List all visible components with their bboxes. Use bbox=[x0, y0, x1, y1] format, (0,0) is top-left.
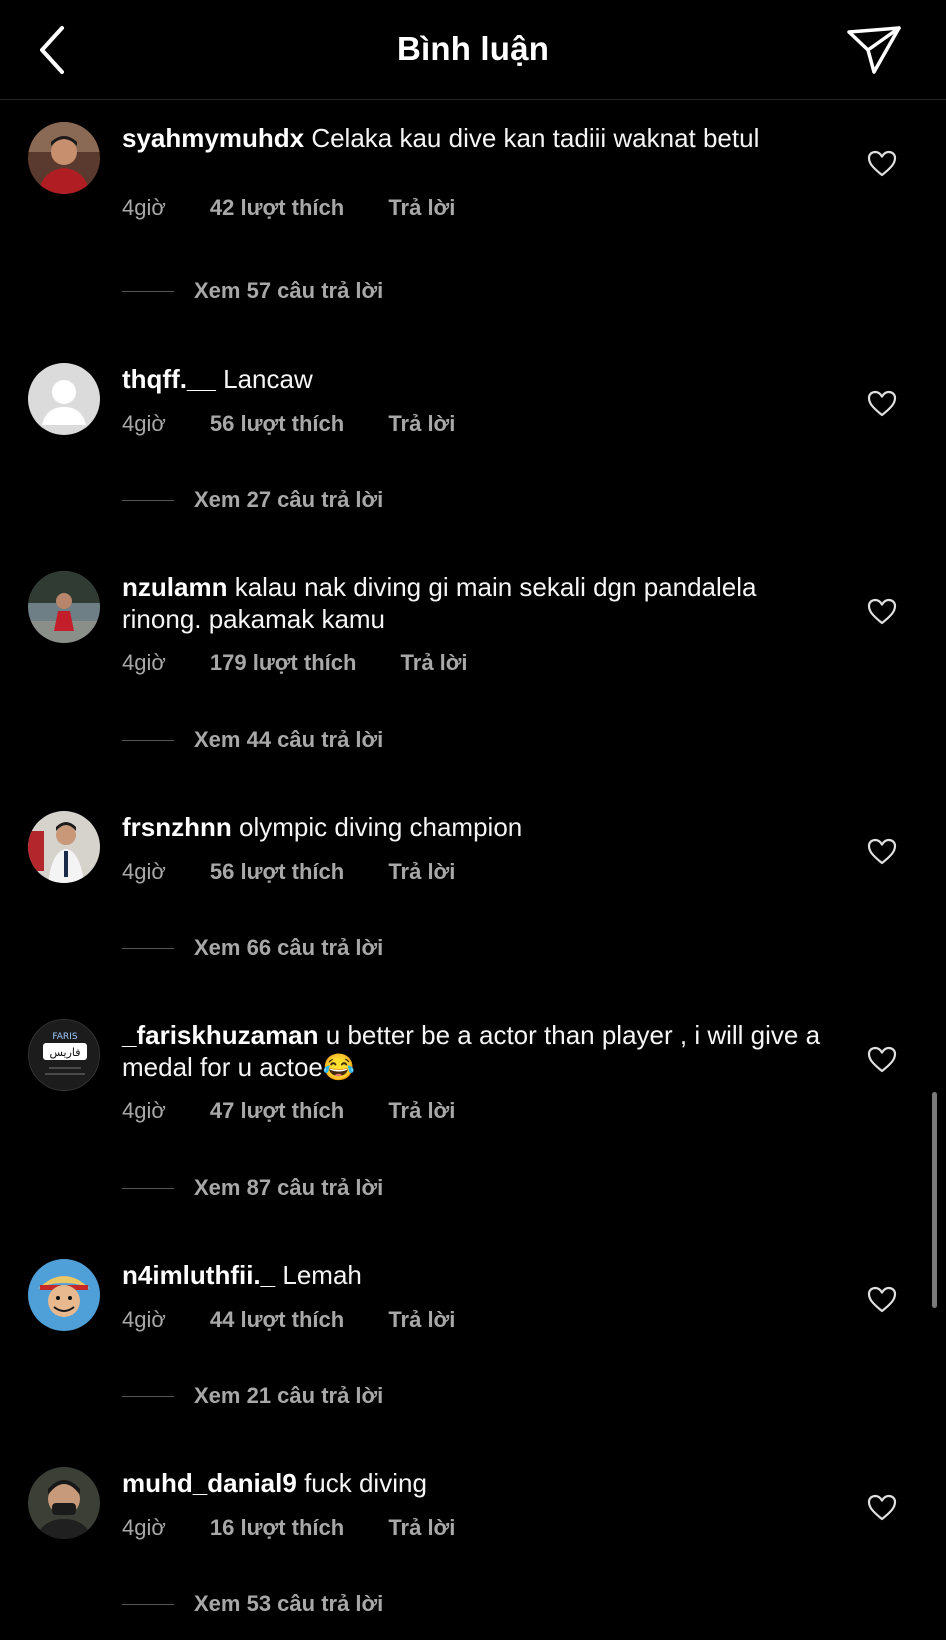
comment-time: 4giờ bbox=[122, 411, 166, 436]
comment-time: 4giờ bbox=[122, 1098, 166, 1123]
comment-time: 4giờ bbox=[122, 1515, 166, 1540]
paper-plane-icon bbox=[847, 26, 901, 74]
divider-line bbox=[122, 739, 174, 741]
comment-username[interactable]: nzulamn bbox=[122, 572, 227, 602]
view-replies-label: Xem 57 câu trả lời bbox=[194, 278, 384, 303]
comment-time: 4giờ bbox=[122, 859, 166, 884]
comment-username[interactable]: n4imluthfii._ bbox=[122, 1260, 275, 1290]
heart-outline-icon[interactable] bbox=[866, 388, 898, 420]
reply-button[interactable]: Trả lời bbox=[401, 650, 468, 676]
view-replies-button[interactable]: Xem 27 câu trả lời bbox=[122, 487, 383, 517]
divider-line bbox=[122, 1603, 174, 1605]
comment-username[interactable]: frsnzhnn bbox=[122, 812, 232, 842]
heart-outline-icon[interactable] bbox=[866, 1492, 898, 1524]
reply-button[interactable]: Trả lời bbox=[388, 411, 455, 437]
comment-meta: 4giờ 56 lượt thích Trả lời bbox=[122, 859, 455, 885]
divider-line bbox=[122, 947, 174, 949]
view-replies-label: Xem 21 câu trả lời bbox=[194, 1383, 384, 1408]
comment-text: nzulamn kalau nak diving gi main sekali … bbox=[122, 571, 822, 635]
view-replies-label: Xem 44 câu trả lời bbox=[194, 727, 384, 752]
comment-meta: 4giờ 16 lượt thích Trả lời bbox=[122, 1515, 455, 1541]
divider-line bbox=[122, 290, 174, 292]
comment-likes[interactable]: 47 lượt thích bbox=[210, 1098, 344, 1124]
reply-button[interactable]: Trả lời bbox=[388, 1098, 455, 1124]
heart-outline-icon[interactable] bbox=[866, 1284, 898, 1316]
divider-line bbox=[122, 1187, 174, 1189]
header-bar: Bình luận bbox=[0, 0, 946, 100]
comment-meta: 4giờ 47 lượt thích Trả lời bbox=[122, 1098, 455, 1124]
comment-meta: 4giờ 44 lượt thích Trả lời bbox=[122, 1307, 455, 1333]
comment-body: Lancaw bbox=[223, 364, 313, 394]
comment-likes[interactable]: 179 lượt thích bbox=[210, 650, 357, 676]
comment-body: olympic diving champion bbox=[239, 812, 523, 842]
comment-username[interactable]: syahmymuhdx bbox=[122, 123, 304, 153]
comment-body: fuck diving bbox=[304, 1468, 427, 1498]
comment-likes[interactable]: 16 lượt thích bbox=[210, 1515, 344, 1541]
reply-button[interactable]: Trả lời bbox=[388, 1515, 455, 1541]
share-button[interactable] bbox=[844, 22, 904, 78]
comment-meta: 4giờ 56 lượt thích Trả lời bbox=[122, 411, 455, 437]
reply-button[interactable]: Trả lời bbox=[388, 195, 455, 221]
avatar-arabic-text: فاريس bbox=[49, 1046, 80, 1059]
view-replies-label: Xem 66 câu trả lời bbox=[194, 935, 384, 960]
view-replies-label: Xem 27 câu trả lời bbox=[194, 487, 384, 512]
avatar-text: FARIS bbox=[52, 1032, 77, 1042]
heart-outline-icon[interactable] bbox=[866, 1044, 898, 1076]
avatar[interactable] bbox=[28, 122, 100, 194]
comment-text: syahmymuhdx Celaka kau dive kan tadiii w… bbox=[122, 122, 822, 154]
avatar[interactable] bbox=[28, 363, 100, 435]
divider-line bbox=[122, 499, 174, 501]
comment-text: frsnzhnn olympic diving champion bbox=[122, 811, 822, 843]
reply-button[interactable]: Trả lời bbox=[388, 1307, 455, 1333]
view-replies-label: Xem 87 câu trả lời bbox=[194, 1175, 384, 1200]
comment-time: 4giờ bbox=[122, 650, 166, 675]
view-replies-label: Xem 53 câu trả lời bbox=[194, 1591, 384, 1616]
comment-username[interactable]: _fariskhuzaman bbox=[122, 1020, 319, 1050]
view-replies-button[interactable]: Xem 66 câu trả lời bbox=[122, 935, 383, 965]
page-title: Bình luận bbox=[396, 30, 550, 67]
scrollbar[interactable] bbox=[932, 1092, 937, 1308]
comment-body: Lemah bbox=[282, 1260, 362, 1290]
comment-text: muhd_danial9 fuck diving bbox=[122, 1467, 822, 1499]
comment-username[interactable]: muhd_danial9 bbox=[122, 1468, 297, 1498]
comment-username[interactable]: thqff.__ bbox=[122, 364, 216, 394]
view-replies-button[interactable]: Xem 21 câu trả lời bbox=[122, 1383, 383, 1413]
view-replies-button[interactable]: Xem 53 câu trả lời bbox=[122, 1591, 383, 1621]
comment-likes[interactable]: 42 lượt thích bbox=[210, 195, 344, 221]
comment-text: _fariskhuzaman u better be a actor than … bbox=[122, 1019, 822, 1083]
view-replies-button[interactable]: Xem 57 câu trả lời bbox=[122, 278, 383, 308]
comment-time: 4giờ bbox=[122, 1307, 166, 1332]
comment-likes[interactable]: 56 lượt thích bbox=[210, 859, 344, 885]
comment-meta: 4giờ 179 lượt thích Trả lời bbox=[122, 650, 468, 676]
heart-outline-icon[interactable] bbox=[866, 836, 898, 868]
comment-meta: 4giờ 42 lượt thích Trả lời bbox=[122, 195, 455, 221]
avatar[interactable]: FARIS فاريس bbox=[28, 1019, 100, 1091]
heart-outline-icon[interactable] bbox=[866, 148, 898, 180]
comment-text: thqff.__ Lancaw bbox=[122, 363, 822, 395]
comment-likes[interactable]: 44 lượt thích bbox=[210, 1307, 344, 1333]
comment-text: n4imluthfii._ Lemah bbox=[122, 1259, 822, 1291]
comment-likes[interactable]: 56 lượt thích bbox=[210, 411, 344, 437]
divider-line bbox=[122, 1395, 174, 1397]
avatar[interactable] bbox=[28, 1467, 100, 1539]
reply-button[interactable]: Trả lời bbox=[388, 859, 455, 885]
avatar[interactable] bbox=[28, 571, 100, 643]
avatar[interactable] bbox=[28, 811, 100, 883]
avatar[interactable] bbox=[28, 1259, 100, 1331]
comment-time: 4giờ bbox=[122, 195, 166, 220]
view-replies-button[interactable]: Xem 87 câu trả lời bbox=[122, 1175, 383, 1205]
view-replies-button[interactable]: Xem 44 câu trả lời bbox=[122, 727, 383, 757]
comment-body: Celaka kau dive kan tadiii waknat betul bbox=[311, 123, 760, 153]
heart-outline-icon[interactable] bbox=[866, 596, 898, 628]
